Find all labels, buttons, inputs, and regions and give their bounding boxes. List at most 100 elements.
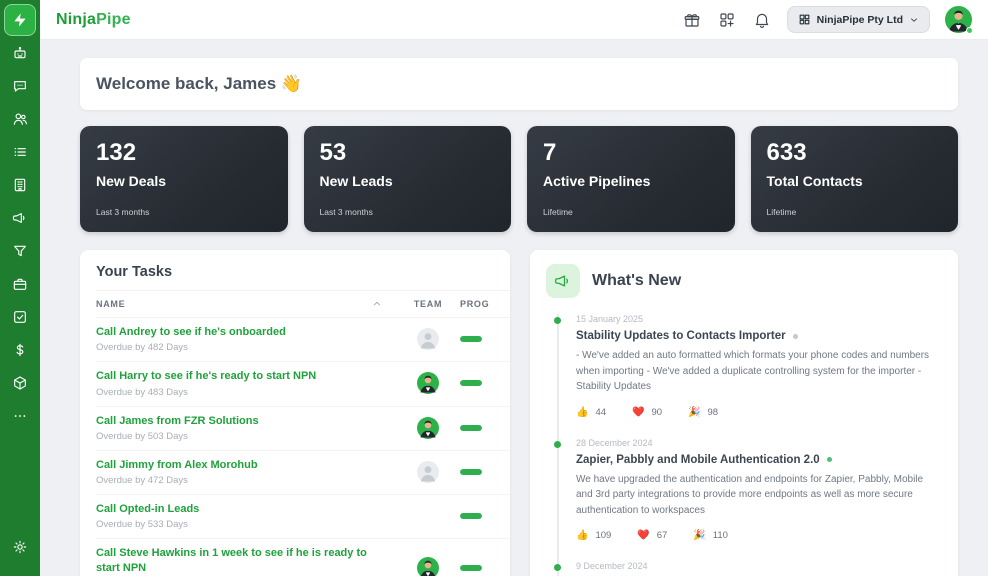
- task-title[interactable]: Call Harry to see if he's ready to start…: [96, 369, 386, 383]
- column-header-team[interactable]: TEAM: [396, 299, 460, 309]
- column-header-name[interactable]: NAME: [96, 299, 125, 309]
- stat-card[interactable]: 53 New Leads Last 3 months: [303, 126, 511, 232]
- reaction-button[interactable]: ❤️ 90: [632, 407, 662, 418]
- sidebar: [0, 0, 40, 576]
- stat-card[interactable]: 7 Active Pipelines Lifetime: [527, 126, 735, 232]
- task-row[interactable]: Call Jimmy from Alex Morohub Overdue by …: [96, 451, 510, 496]
- reaction-button[interactable]: 🎉 110: [693, 530, 728, 541]
- entry-status-dot: [826, 457, 832, 462]
- stat-value: 53: [319, 139, 347, 166]
- app-logo[interactable]: NinjaPipe: [56, 11, 131, 29]
- reaction-count: 44: [595, 406, 607, 418]
- assignee-avatar-photo: [417, 556, 439, 576]
- tasks-table-body: Call Andrey to see if he's onboarded Ove…: [96, 318, 510, 576]
- whats-new-icon-tile: [546, 264, 580, 298]
- gear-icon: [13, 540, 27, 554]
- list-icon: [14, 147, 26, 157]
- stat-card[interactable]: 633 Total Contacts Lifetime: [750, 126, 958, 232]
- topbar: NinjaPipe NinjaPipe Pty Ltd: [40, 0, 988, 40]
- workspace-name: NinjaPipe Pty Ltd: [816, 13, 903, 26]
- entry-title[interactable]: Stability Updates to Contacts Importer: [576, 330, 942, 342]
- gift-button[interactable]: [682, 10, 702, 30]
- content-row: Your Tasks NAME TEAM PROG Call Andrey to…: [80, 250, 958, 576]
- dollar-icon: [16, 343, 24, 357]
- cube-icon: [14, 376, 26, 390]
- user-avatar[interactable]: [945, 6, 973, 34]
- sidebar-item-cube[interactable]: [4, 367, 36, 399]
- task-title[interactable]: Call James from FZR Solutions: [96, 414, 386, 428]
- sidebar-item-tasks[interactable]: [4, 301, 36, 333]
- news-entry: 28 December 2024 Zapier, Pabbly and Mobi…: [554, 438, 942, 562]
- timeline-dot: [554, 440, 561, 448]
- workspace-selector[interactable]: NinjaPipe Pty Ltd: [786, 6, 930, 33]
- tasks-title: Your Tasks: [96, 264, 173, 280]
- stat-period: Lifetime: [543, 207, 573, 217]
- entry-title[interactable]: Zapier, Pabbly and Mobile Authentication…: [576, 454, 942, 466]
- stat-label: Total Contacts: [766, 172, 863, 189]
- task-overdue: Overdue by 472 Days: [96, 475, 188, 487]
- whats-new-title: What's New: [592, 272, 682, 289]
- whats-new-panel: What's New 15 January 2025 Stability Upd…: [530, 250, 958, 576]
- entry-date: 9 December 2024: [576, 561, 648, 571]
- reaction-count: 110: [712, 530, 728, 541]
- briefcase-icon: [13, 278, 27, 290]
- reaction-emoji: 👍: [576, 406, 589, 418]
- sidebar-item-lightning[interactable]: [4, 4, 36, 36]
- sidebar-item-funnel[interactable]: [4, 235, 36, 267]
- reaction-count: 90: [651, 406, 663, 418]
- news-entry: 9 December 2024: [554, 561, 942, 576]
- reaction-count: 98: [707, 406, 719, 418]
- column-header-progress[interactable]: PROG: [460, 299, 510, 309]
- task-title[interactable]: Call Opted-in Leads: [96, 502, 386, 516]
- task-row[interactable]: Call Andrey to see if he's onboarded Ove…: [96, 318, 510, 363]
- reaction-button[interactable]: 🎉 98: [688, 407, 718, 418]
- welcome-banner: Welcome back, James 👋: [80, 58, 958, 110]
- sidebar-item-dollar[interactable]: [4, 334, 36, 366]
- assignee-avatar-placeholder: [417, 328, 439, 351]
- sidebar-item-robot[interactable]: [4, 37, 36, 69]
- stat-label: New Deals: [96, 172, 167, 189]
- sidebar-item-megaphone[interactable]: [4, 202, 36, 234]
- stat-label: Active Pipelines: [543, 172, 651, 189]
- stat-period: Lifetime: [766, 207, 797, 217]
- apps-grid-plus-icon: [720, 12, 734, 27]
- task-overdue: Overdue by 503 Days: [96, 430, 188, 442]
- task-row[interactable]: Call Harry to see if he's ready to start…: [96, 362, 510, 407]
- whats-new-timeline: 15 January 2025 Stability Updates to Con…: [554, 314, 942, 576]
- reaction-emoji: ❤️: [632, 406, 645, 418]
- stat-card[interactable]: 132 New Deals Last 3 months: [80, 126, 288, 232]
- sidebar-item-building[interactable]: [4, 169, 36, 201]
- megaphone-icon: [555, 275, 568, 287]
- news-entry: 15 January 2025 Stability Updates to Con…: [554, 314, 942, 438]
- stat-value: 633: [766, 139, 807, 166]
- reaction-count: 109: [595, 530, 612, 541]
- reaction-button[interactable]: 👍 44: [576, 407, 606, 418]
- task-title[interactable]: Call Jimmy from Alex Morohub: [96, 458, 386, 472]
- sidebar-item-more[interactable]: [4, 400, 36, 432]
- reaction-button[interactable]: 👍 109: [576, 530, 611, 541]
- sidebar-item-settings[interactable]: [4, 531, 36, 563]
- task-progress-bar: [460, 380, 482, 387]
- task-row[interactable]: Call Opted-in Leads Overdue by 533 Days: [96, 495, 510, 540]
- lightning-icon: [14, 13, 26, 27]
- task-row[interactable]: Call Steve Hawkins in 1 week to see if h…: [96, 539, 510, 576]
- task-title[interactable]: Call Steve Hawkins in 1 week to see if h…: [96, 546, 386, 575]
- building-icon: [14, 178, 26, 192]
- sidebar-item-chat[interactable]: [4, 70, 36, 102]
- sidebar-item-briefcase[interactable]: [4, 268, 36, 300]
- robot-icon: [14, 46, 26, 59]
- sort-caret-icon[interactable]: [372, 299, 382, 309]
- task-row[interactable]: Call James from FZR Solutions Overdue by…: [96, 407, 510, 451]
- notifications-button[interactable]: [752, 10, 772, 30]
- assignee-avatar-placeholder: [417, 461, 439, 484]
- gift-icon: [684, 13, 700, 27]
- entry-reactions: 👍 109 ❤️ 67 🎉 110: [576, 530, 942, 541]
- reaction-button[interactable]: ❤️ 67: [637, 530, 667, 541]
- app-window: NinjaPipe NinjaPipe Pty Ltd Welcome back…: [0, 0, 988, 576]
- sidebar-item-users[interactable]: [4, 103, 36, 135]
- apps-button[interactable]: [717, 10, 737, 30]
- sidebar-item-list[interactable]: [4, 136, 36, 168]
- assignee-avatar-photo: [417, 372, 439, 395]
- task-title[interactable]: Call Andrey to see if he's onboarded: [96, 325, 386, 339]
- logo-text-bold: Ninja: [56, 10, 97, 28]
